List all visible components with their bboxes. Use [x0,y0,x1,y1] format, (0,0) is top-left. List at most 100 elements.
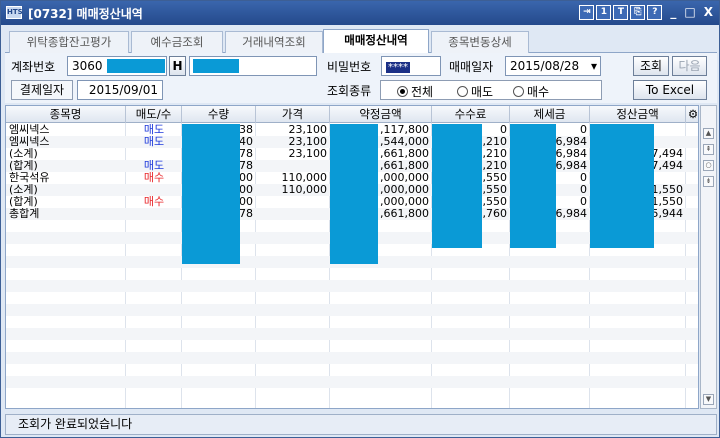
cell-side: 매도 [143,160,165,172]
radio-sell-label: 매도 [471,85,494,99]
app-icon: HTS [6,6,23,19]
table-row[interactable] [6,388,698,400]
cell-side: 매도 [143,136,165,148]
settle-date-label: 결제일자 [11,80,73,100]
col-quantity[interactable]: 수량 [182,106,256,123]
fee-mask [432,124,482,248]
tab-settlement[interactable]: 매매정산내역 [323,29,429,54]
radio-buy-label: 매수 [527,85,550,99]
account-h-button[interactable]: H [169,56,186,76]
quantity-mask [182,124,240,264]
cell-stock-name: 총합계 [9,208,40,220]
password-input[interactable]: **** [381,56,441,76]
tab-transactions[interactable]: 거래내역조회 [225,31,323,53]
cell-stock-name: 한국석유 [9,172,50,184]
contract-mask [330,124,378,264]
maximize-button[interactable]: □ [684,5,695,20]
title-toolbar: ⇥ 1 T ⎘ ? _ □ X [579,5,713,20]
settle-mask [590,124,654,248]
search-type-group: 전체 매도 매수 [380,80,602,100]
settings-icon[interactable]: ⚙ [686,106,698,123]
account-mask [107,59,165,73]
trade-date-value: 2015/08/28 [510,59,580,73]
status-bar: 조회가 완료되었습니다 [5,414,717,435]
table-row[interactable] [6,376,698,388]
table-row[interactable] [6,364,698,376]
radio-dot-icon [397,86,408,97]
settle-date-field: 2015/09/01 [77,80,163,100]
cell-price: 23,100 [288,136,328,148]
scroll-bottom-icon[interactable]: ⇟ [703,176,714,187]
title-bar: HTS [0732] 매매정산내역 ⇥ 1 T ⎘ ? _ □ X [1,1,719,25]
tax-mask [510,124,556,248]
tab-balance-eval[interactable]: 위탁종합잔고평가 [9,31,129,53]
link-icon[interactable]: ⇥ [579,5,595,20]
scroll-center-icon[interactable]: ○ [703,160,714,171]
scroll-top-icon[interactable]: ⇞ [703,144,714,155]
table-header: 종목명 매도/수 수량 가격 약정금액 수수료 제세금 정산금액 ⚙ [6,106,698,123]
radio-all-label: 전체 [411,85,434,99]
col-settle-amount[interactable]: 정산금액 [590,106,686,123]
vertical-scrollbar[interactable]: ▲ ⇞ ○ ⇟ ▼ [700,105,717,409]
cell-stock-name: (합계) [9,196,38,208]
tab-deposit[interactable]: 예수금조회 [131,31,223,53]
trade-date-label: 매매일자 [449,60,494,74]
table-row[interactable] [6,340,698,352]
cell-side [126,208,182,220]
cell-price: 23,100 [288,124,328,136]
t-icon[interactable]: T [613,5,629,20]
account-label: 계좌번호 [11,60,56,74]
trade-date-select[interactable]: 2015/08/28 ▾ [505,56,601,76]
scroll-down-icon[interactable]: ▼ [703,394,714,405]
radio-dot-icon [457,86,468,97]
cell-side: 매도 [143,124,165,136]
search-type-label: 조회종류 [327,84,372,98]
cell-price: 110,000 [281,172,328,184]
search-panel: 계좌번호 3060 H 비밀번호 **** 매매일자 2015/08/28 ▾ … [5,53,717,103]
password-value: **** [386,62,410,73]
account-name-mask [193,59,239,73]
col-price[interactable]: 가격 [256,106,330,123]
col-stock-name[interactable]: 종목명 [6,106,126,123]
search-button[interactable]: 조회 [633,56,669,76]
one-icon[interactable]: 1 [596,5,612,20]
cell-side [126,148,182,160]
cell-stock-name: 엠씨넥스 [9,124,50,136]
cell-side: 매수 [143,196,165,208]
tab-bar: 위탁종합잔고평가 예수금조회 거래내역조회 매매정산내역 종목변동상세 [5,29,717,54]
cell-price [256,208,330,220]
cell-price: 23,100 [288,148,328,160]
cell-side [126,184,182,196]
table-row[interactable] [6,292,698,304]
chevron-down-icon[interactable]: ▾ [591,57,597,75]
copy-icon[interactable]: ⎘ [630,5,646,20]
minimize-button[interactable]: _ [670,5,676,20]
table-row[interactable] [6,280,698,292]
col-contract-amount[interactable]: 약정금액 [330,106,432,123]
window-title: [0732] 매매정산내역 [28,7,143,21]
table-row[interactable] [6,316,698,328]
scroll-up-icon[interactable]: ▲ [703,128,714,139]
col-side[interactable]: 매도/수 [126,106,182,123]
table-row[interactable] [6,328,698,340]
settlement-table: 종목명 매도/수 수량 가격 약정금액 수수료 제세금 정산금액 ⚙ 엠씨넥스매… [5,105,699,409]
cell-stock-name: (소계) [9,148,38,160]
next-button[interactable]: 다음 [672,56,707,76]
col-fee[interactable]: 수수료 [432,106,510,123]
cell-side: 매수 [143,172,165,184]
tab-stock-change[interactable]: 종목변동상세 [431,31,529,53]
cell-stock-name: (소계) [9,184,38,196]
cell-stock-name: 엠씨넥스 [9,136,50,148]
radio-buy[interactable]: 매수 [513,83,549,100]
radio-dot-icon [513,86,524,97]
table-row[interactable] [6,352,698,364]
close-button[interactable]: X [704,5,713,20]
radio-all[interactable]: 전체 [397,83,433,100]
radio-sell[interactable]: 매도 [457,83,493,100]
to-excel-button[interactable]: To Excel [633,80,707,100]
table-row[interactable] [6,304,698,316]
cell-stock-name: (합계) [9,160,38,172]
help-icon[interactable]: ? [647,5,663,20]
table-row[interactable] [6,268,698,280]
col-tax[interactable]: 제세금 [510,106,590,123]
